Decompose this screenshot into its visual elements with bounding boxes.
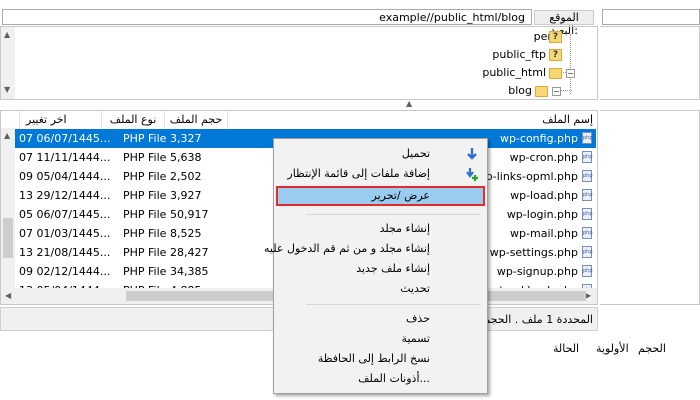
cell-type: PHP File (123, 265, 167, 278)
cell-modified: 07 11/11/1444... (19, 151, 111, 164)
remote-path-dropdown[interactable] (602, 9, 700, 25)
menu-item-rename[interactable]: تسمية (274, 329, 487, 349)
cell-modified: 09 05/04/1444... (19, 170, 111, 183)
php-file-icon: php (582, 151, 593, 163)
file-list-vscrollbar[interactable]: ▲ (1, 128, 15, 288)
scroll-left-icon[interactable]: ◀ (5, 291, 11, 300)
column-name[interactable]: إسم الملف (227, 111, 597, 129)
cell-type: PHP File (123, 151, 167, 164)
remote-path-input[interactable]: example//public_html/blog (2, 9, 532, 25)
cell-type: PHP File (123, 246, 167, 259)
queue-column-size[interactable]: الحجم (638, 342, 666, 355)
tree-item-blog[interactable]: blog (508, 84, 532, 100)
tree-guide-line (570, 34, 571, 94)
download-arrow-icon (467, 148, 477, 160)
cell-modified: 07 01/03/1445... (19, 227, 111, 240)
menu-separator (306, 304, 481, 305)
unknown-folder-icon: ? (549, 31, 562, 43)
folder-icon (549, 68, 562, 79)
tree-guide-line (560, 90, 572, 91)
cell-name: wp-links-opml.php (476, 170, 578, 183)
menu-item-download[interactable]: تحميل (274, 144, 487, 164)
pane-splitter[interactable]: ▲ (0, 99, 700, 110)
scroll-thumb[interactable] (3, 218, 13, 258)
php-file-icon: php (582, 132, 593, 144)
chevron-up-icon[interactable]: ▲ (406, 99, 412, 108)
cell-name: wp-settings.php (489, 246, 578, 259)
cell-size: 28,427 (170, 246, 209, 259)
tree-item-public-ftp[interactable]: public_ftp (492, 48, 546, 64)
queue-column-status[interactable]: الحالة (553, 342, 579, 355)
php-file-icon: php (582, 189, 593, 201)
tree-scrollbar[interactable]: ▲ ▼ (1, 27, 15, 99)
scroll-up-icon[interactable]: ▲ (4, 30, 10, 39)
context-menu: تحميل إضافة ملفات إلى قائمة الإنتظار عرض… (264, 138, 488, 394)
cell-size: 8,525 (170, 227, 202, 240)
menu-item-create-file[interactable]: إنشاء ملف جديد (274, 259, 487, 279)
php-file-icon: php (582, 246, 593, 258)
column-size[interactable]: حجم الملف (164, 111, 227, 129)
php-file-icon: php (582, 227, 593, 239)
cell-name: wp-mail.php (510, 227, 578, 240)
column-type[interactable]: نوع الملف (101, 111, 164, 129)
cell-size: 3,327 (170, 132, 202, 145)
cell-name: wp-load.php (510, 189, 578, 202)
menu-item-delete[interactable]: حذف (274, 309, 487, 329)
cell-type: PHP File (123, 227, 167, 240)
cell-type: PHP File (123, 208, 167, 221)
menu-item-create-folder[interactable]: إنشاء مجلد (274, 219, 487, 239)
cell-size: 5,638 (170, 151, 202, 164)
menu-item-add-to-queue[interactable]: إضافة ملفات إلى قائمة الإنتظار (274, 164, 487, 184)
collapse-icon[interactable]: − (552, 87, 561, 96)
scroll-up-icon[interactable]: ▲ (4, 131, 10, 140)
cell-type: PHP File (123, 132, 167, 145)
queue-column-priority[interactable]: الأولوية (596, 342, 629, 355)
php-file-icon: php (582, 170, 593, 182)
php-file-icon: php (582, 208, 593, 220)
collapse-icon[interactable]: − (566, 69, 575, 78)
tree-item-label: blog (508, 84, 532, 97)
menu-item-permissions[interactable]: أذونات الملف... (274, 369, 487, 389)
column-modified[interactable]: اخر تغيير (19, 111, 101, 129)
menu-item-refresh[interactable]: تحديث (274, 279, 487, 299)
scroll-down-icon[interactable]: ▼ (4, 85, 10, 94)
php-file-icon: php (582, 265, 593, 277)
cell-name: wp-config.php (499, 132, 578, 145)
file-list-side-pane (600, 110, 700, 305)
menu-item-copy-url[interactable]: نسخ الرابط إلى الحافظة (274, 349, 487, 369)
cell-name: wp-login.php (506, 208, 578, 221)
unknown-folder-icon: ? (549, 49, 562, 61)
remote-path-value: example//public_html/blog (379, 11, 525, 24)
menu-separator (306, 214, 481, 215)
folder-open-icon (535, 86, 548, 97)
menu-item-create-folder-enter[interactable]: إنشاء مجلد و من ثم قم الدخول عليه (264, 239, 487, 259)
menu-item-view-edit[interactable]: عرض /تحرير (276, 186, 485, 206)
cell-name: wp-signup.php (496, 265, 578, 278)
add-to-queue-icon (466, 168, 478, 181)
tree-side-pane (600, 26, 700, 100)
cell-modified: 13 29/12/1444... (19, 189, 111, 202)
cell-size: 50,917 (170, 208, 209, 221)
cell-modified: 09 02/12/1444... (19, 265, 111, 278)
tree-item-label: public_html (482, 66, 546, 79)
cell-type: PHP File (123, 189, 167, 202)
cell-type: PHP File (123, 170, 167, 183)
cell-name: wp-cron.php (509, 151, 578, 164)
cell-modified: 05 06/07/1445... (19, 208, 111, 221)
remote-site-label: الموقع البعيد: (534, 10, 594, 37)
cell-size: 3,927 (170, 189, 202, 202)
tree-item-label: public_ftp (492, 48, 546, 61)
cell-modified: 07 06/07/1445... (19, 132, 111, 145)
cell-size: 2,502 (170, 170, 202, 183)
tree-item-public-html[interactable]: public_html (482, 66, 546, 82)
cell-modified: 13 21/08/1445... (19, 246, 111, 259)
cell-size: 34,385 (170, 265, 209, 278)
